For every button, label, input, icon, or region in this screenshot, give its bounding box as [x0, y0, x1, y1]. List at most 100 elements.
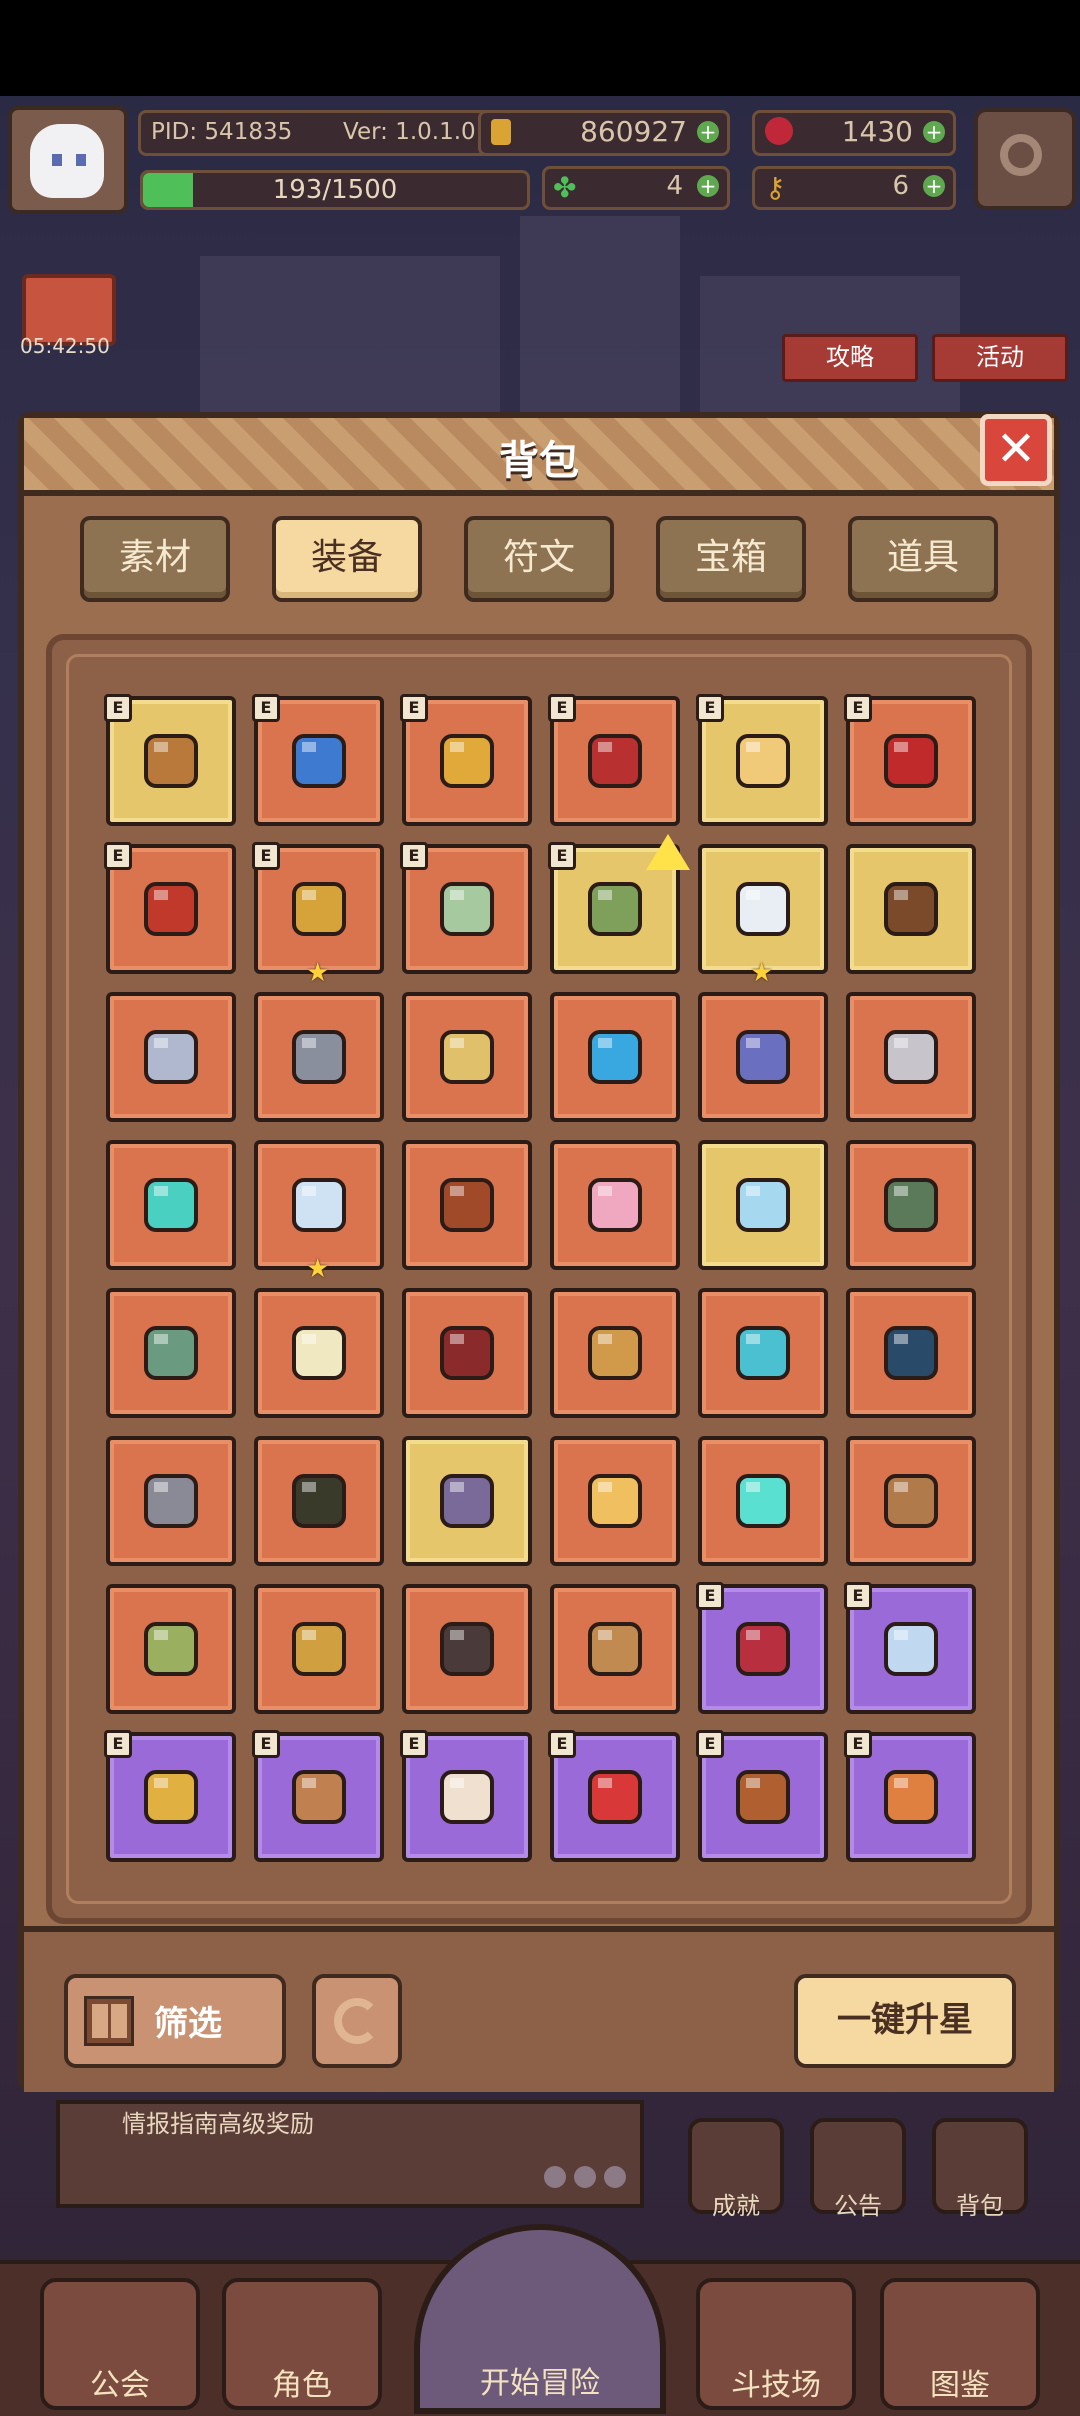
azure-sword-icon	[872, 1610, 950, 1688]
magic-lamp-icon	[280, 722, 358, 800]
dark-ring-icon	[428, 1610, 506, 1688]
inventory-slot-golden-scepter[interactable]: E	[104, 694, 236, 826]
filter-button[interactable]: 筛选	[64, 1974, 286, 2068]
key-counter[interactable]: ⚷ 6 +	[752, 166, 956, 210]
add-key-icon[interactable]: +	[923, 175, 945, 197]
inventory-slot-ruby-boots[interactable]	[846, 1288, 976, 1418]
inventory-slot-sapphire-staff[interactable]	[846, 844, 976, 974]
tab-materials[interactable]: 素材	[80, 516, 230, 602]
crystal-crown-icon	[280, 1166, 358, 1244]
inventory-slot-holy-robe[interactable]	[254, 1288, 384, 1418]
iron-greaves-icon	[132, 1462, 210, 1540]
modal-header: 背包 ✕	[24, 414, 1054, 496]
inventory-slot-jade-necklace[interactable]	[106, 1584, 236, 1714]
grid-icon	[84, 1996, 134, 2046]
inventory-slot-gold-ring[interactable]: E	[400, 694, 532, 826]
blue-crossbow-icon	[724, 1018, 802, 1096]
inventory-slot-steel-sword[interactable]	[106, 992, 236, 1122]
inventory-slot-green-cloak[interactable]	[846, 1140, 976, 1270]
ruby-necklace-icon	[132, 870, 210, 948]
settings-gear-icon[interactable]	[974, 108, 1076, 210]
star-icon: ★	[750, 958, 774, 988]
inventory-slot-leather-boots[interactable]	[254, 1436, 384, 1566]
tab-items[interactable]: 道具	[848, 516, 998, 602]
inventory-slot-aqua-gem[interactable]	[698, 1436, 828, 1566]
star-icon: ★	[306, 958, 330, 988]
nav-arena[interactable]: 斗技场	[696, 2278, 856, 2410]
inventory-slot-sun-medal[interactable]	[550, 1436, 680, 1566]
gold-counter[interactable]: 860927 +	[478, 110, 730, 156]
inventory-slot-ruby-necklace[interactable]: E	[104, 842, 236, 974]
leather-boots-icon	[280, 1462, 358, 1540]
inventory-slot-iron-greaves[interactable]	[106, 1436, 236, 1566]
gem-counter[interactable]: 1430 +	[752, 110, 956, 156]
close-icon: ✕	[995, 421, 1037, 477]
equipped-badge: E	[696, 1582, 724, 1610]
inventory-slot-frost-boots[interactable]	[698, 1288, 828, 1418]
inventory-slot-striped-bracer[interactable]	[550, 1288, 680, 1418]
upgrade-all-button[interactable]: 一键升星	[794, 1974, 1016, 2068]
green-cloak-icon	[872, 1166, 950, 1244]
inventory-slot-twin-flasks[interactable]: E ★	[252, 842, 384, 988]
add-gem-icon[interactable]: +	[923, 121, 945, 143]
equipped-badge: E	[548, 1730, 576, 1758]
red-gauntlet-icon	[872, 722, 950, 800]
inventory-slot-heart-necklace[interactable]	[254, 1584, 384, 1714]
player-avatar[interactable]	[8, 106, 128, 214]
inventory-slot-violet-boots[interactable]	[402, 1436, 532, 1566]
inventory-slot-jewel-armor[interactable]: E	[844, 1730, 976, 1862]
inventory-slot-slime-helm[interactable]: E	[548, 1730, 680, 1862]
nav-codex[interactable]: 图鉴	[880, 2278, 1040, 2410]
tab-equipment[interactable]: 装备	[272, 516, 422, 602]
clover-counter[interactable]: ✤ 4 +	[542, 166, 730, 210]
inventory-slot-red-armor[interactable]: E	[548, 694, 680, 826]
inventory-slot-sun-ring[interactable]: E	[696, 694, 828, 826]
notice-banner[interactable]: 情报指南高级奖励	[56, 2100, 644, 2208]
inventory-slot-green-amulet[interactable]: E	[548, 834, 690, 974]
inventory-slot-dark-sword[interactable]	[254, 992, 384, 1122]
inventory-slot-crescent-necklace[interactable]: E	[400, 1730, 532, 1862]
inventory-slot-crystal-crown[interactable]: ★	[254, 1140, 384, 1284]
inventory-slot-orb-staff[interactable]	[550, 992, 680, 1122]
inventory-slot-cyan-orb[interactable]	[106, 1140, 236, 1270]
system-status-bar	[0, 0, 1080, 96]
inventory-slot-green-pot[interactable]	[550, 1584, 680, 1714]
equipped-badge: E	[696, 694, 724, 722]
inventory-slot-crimson-bow[interactable]: E	[696, 1582, 828, 1714]
inventory-slot-ice-armor[interactable]	[698, 1140, 828, 1270]
inventory-slot-jade-plate[interactable]	[106, 1288, 236, 1418]
inventory-slot-demon-cloak[interactable]	[402, 1288, 532, 1418]
inventory-slot-jade-boots[interactable]: E	[400, 842, 532, 974]
refresh-button[interactable]	[312, 1974, 402, 2068]
event-button[interactable]: 活动	[932, 334, 1068, 382]
inventory-slot-dark-ring[interactable]	[402, 1584, 532, 1714]
inventory-slot-silver-wand[interactable]: ★	[698, 844, 828, 988]
inventory-slot-golden-sword[interactable]	[402, 992, 532, 1122]
inventory-slot-magic-lamp[interactable]: E	[252, 694, 384, 826]
tab-runes[interactable]: 符文	[464, 516, 614, 602]
inventory-slot-red-gauntlet[interactable]: E	[844, 694, 976, 826]
add-clover-icon[interactable]: +	[697, 175, 719, 197]
inventory-slot-jade-pouch[interactable]	[846, 1436, 976, 1566]
inventory-slot-blue-crossbow[interactable]	[698, 992, 828, 1122]
inventory-slot-beast-armor[interactable]: E	[696, 1730, 828, 1862]
add-gold-icon[interactable]: +	[697, 121, 719, 143]
jade-necklace-icon	[132, 1610, 210, 1688]
close-button[interactable]: ✕	[980, 414, 1052, 486]
guide-button[interactable]: 攻略	[782, 334, 918, 382]
player-id: PID: 541835	[151, 119, 293, 145]
twin-flasks-icon	[280, 870, 358, 948]
tab-chests[interactable]: 宝箱	[656, 516, 806, 602]
gold-mace-icon	[132, 1758, 210, 1836]
inventory-slot-stone-armor[interactable]	[846, 992, 976, 1122]
inventory-slot-gem-crown[interactable]	[402, 1140, 532, 1270]
nav-character[interactable]: 角色	[222, 2278, 382, 2410]
nav-arena-label: 斗技场	[731, 2368, 821, 2403]
inventory-slot-wooden-staff[interactable]: E	[252, 1730, 384, 1862]
nav-guild[interactable]: 公会	[40, 2278, 200, 2410]
crimson-bow-icon	[724, 1610, 802, 1688]
gem-crown-icon	[428, 1166, 506, 1244]
inventory-slot-gold-mace[interactable]: E	[104, 1730, 236, 1862]
inventory-slot-pink-robe[interactable]	[550, 1140, 680, 1270]
inventory-slot-azure-sword[interactable]: E	[844, 1582, 976, 1714]
